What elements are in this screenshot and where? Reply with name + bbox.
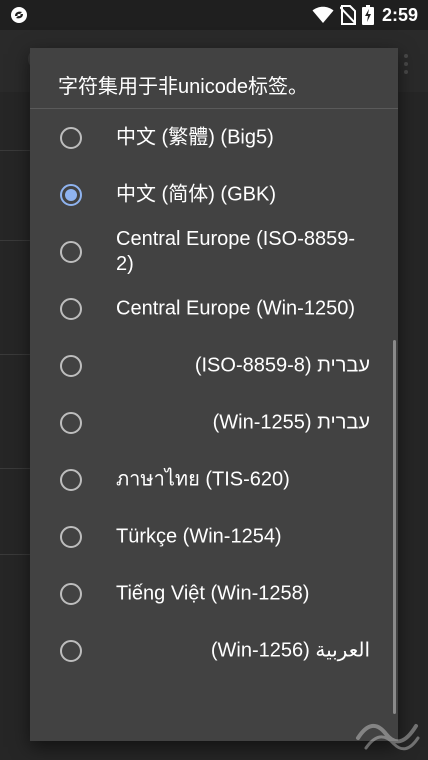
charset-option-gbk[interactable]: 中文 (简体) (GBK): [30, 166, 398, 223]
radio-button[interactable]: [60, 297, 82, 320]
charset-option-iso-8859-8[interactable]: עברית (ISO-8859-8): [30, 337, 398, 394]
option-label: ภาษาไทย (TIS-620): [116, 468, 290, 490]
battery-charging-icon: [361, 5, 374, 25]
option-label: Central Europe (Win-1250): [116, 297, 355, 319]
radio-button[interactable]: [60, 354, 82, 377]
no-sim-icon: [339, 5, 356, 25]
option-label: 中文 (简体) (GBK): [116, 183, 276, 205]
clock: 2:59: [381, 4, 418, 25]
option-label: עברית (ISO-8859-8): [194, 354, 370, 376]
option-label: Türkçe (Win-1254): [116, 525, 282, 547]
charset-option-win-1255[interactable]: עברית (Win-1255): [30, 394, 398, 451]
charset-option-win-1250[interactable]: Central Europe (Win-1250): [30, 280, 398, 337]
watermark-logo-icon: [356, 724, 420, 751]
radio-button[interactable]: [60, 240, 82, 263]
option-label: Tiếng Việt (Win-1258): [116, 582, 310, 604]
radio-button[interactable]: [60, 468, 82, 491]
radio-button[interactable]: [60, 411, 82, 434]
dialog-title: 字符集用于非unicode标签。: [58, 76, 309, 98]
charset-option-big5[interactable]: 中文 (繁體) (Big5): [30, 109, 398, 166]
charset-option-win-1258[interactable]: Tiếng Việt (Win-1258): [30, 565, 398, 622]
option-label: العربية (Win-1256): [210, 639, 370, 661]
radio-button-selected[interactable]: [60, 183, 82, 206]
charset-options-list[interactable]: 中文 (繁體) (Big5) 中文 (简体) (GBK) Central Eur…: [30, 109, 398, 741]
charset-option-iso-8859-2[interactable]: Central Europe (ISO-8859-2): [30, 223, 398, 280]
radio-button[interactable]: [60, 525, 82, 548]
app-notification-icon: [11, 7, 27, 23]
option-label: 中文 (繁體) (Big5): [116, 126, 274, 148]
radio-button[interactable]: [60, 126, 82, 149]
status-icons: 2:59: [312, 0, 418, 30]
status-bar: 2:59: [0, 0, 428, 30]
charset-option-tis-620[interactable]: ภาษาไทย (TIS-620): [30, 451, 398, 508]
charset-option-win-1254[interactable]: Türkçe (Win-1254): [30, 508, 398, 565]
radio-button[interactable]: [60, 639, 82, 662]
wifi-icon: [312, 6, 334, 23]
option-label: Central Europe (ISO-8859-2): [116, 227, 356, 275]
background-overflow-icon: [404, 54, 410, 78]
charset-option-win-1256[interactable]: العربية (Win-1256): [30, 622, 398, 679]
radio-button[interactable]: [60, 582, 82, 605]
option-label: עברית (Win-1255): [212, 411, 370, 433]
scrollbar[interactable]: [393, 340, 396, 714]
charset-dialog: 字符集用于非unicode标签。 中文 (繁體) (Big5) 中文 (简体) …: [30, 48, 398, 741]
